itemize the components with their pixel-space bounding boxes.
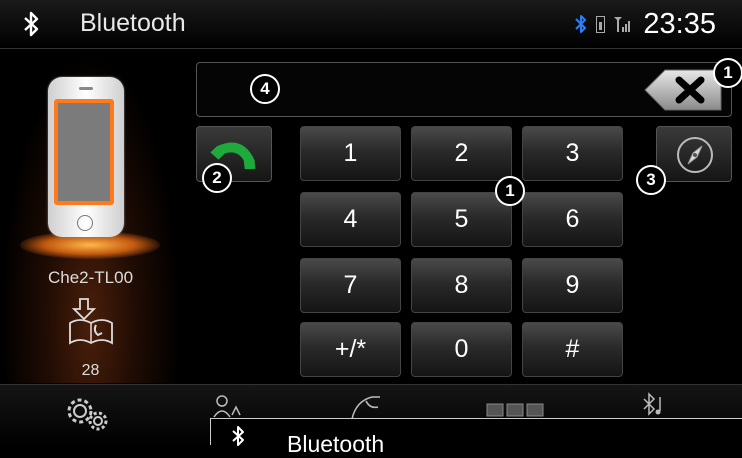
dial-key-9[interactable]: 9 [522, 258, 623, 313]
dial-key-7[interactable]: 7 [300, 258, 401, 313]
phone-image [48, 77, 124, 237]
bluetooth-popup: Bluetooth [210, 418, 742, 457]
compass-icon [677, 137, 713, 173]
contacts-icon[interactable] [212, 391, 242, 421]
dial-key-3[interactable]: 3 [522, 126, 623, 181]
bluetooth-icon [232, 426, 244, 446]
callout-number-field: 4 [250, 74, 280, 104]
callout-keypad: 1 [495, 176, 525, 206]
phone-speaker [79, 87, 93, 90]
settings-gears-icon[interactable] [60, 391, 114, 435]
top-bar: Bluetooth 23:35 [0, 0, 742, 49]
dial-key-8[interactable]: 8 [411, 258, 512, 313]
dial-key-hash[interactable]: # [522, 322, 623, 377]
dial-key-1[interactable]: 1 [300, 126, 401, 181]
phone-screen [54, 99, 114, 205]
battery-icon [596, 15, 606, 33]
clock: 23:35 [643, 7, 716, 40]
dial-key-5[interactable]: 5 [411, 192, 512, 247]
callout-backspace: 1 [713, 58, 742, 88]
callout-call: 2 [202, 163, 232, 193]
status-area: 23:35 [574, 6, 716, 42]
call-log-icon[interactable] [346, 391, 386, 421]
dial-key-4[interactable]: 4 [300, 192, 401, 247]
phone-home-button [77, 215, 93, 231]
dial-key-plus-star[interactable]: +/* [300, 322, 401, 377]
dial-key-0[interactable]: 0 [411, 322, 512, 377]
device-name: Che2-TL00 [47, 268, 134, 287]
bluetooth-icon [24, 11, 39, 37]
device-panel: Che2-TL00 28 [0, 49, 181, 383]
bluetooth-status-icon [575, 15, 587, 33]
navigation-button[interactable] [656, 126, 732, 182]
phonebook-count: 28 [81, 362, 100, 379]
backspace-button[interactable] [643, 66, 723, 114]
dial-key-2[interactable]: 2 [411, 126, 512, 181]
signal-icon [614, 17, 631, 32]
keypad-grid-icon[interactable] [486, 403, 546, 417]
callout-navigation: 3 [636, 165, 666, 195]
dial-key-6[interactable]: 6 [522, 192, 623, 247]
phonebook-download-icon[interactable] [64, 297, 118, 347]
page-title: Bluetooth [80, 9, 186, 37]
bluetooth-audio-icon[interactable] [640, 391, 670, 421]
